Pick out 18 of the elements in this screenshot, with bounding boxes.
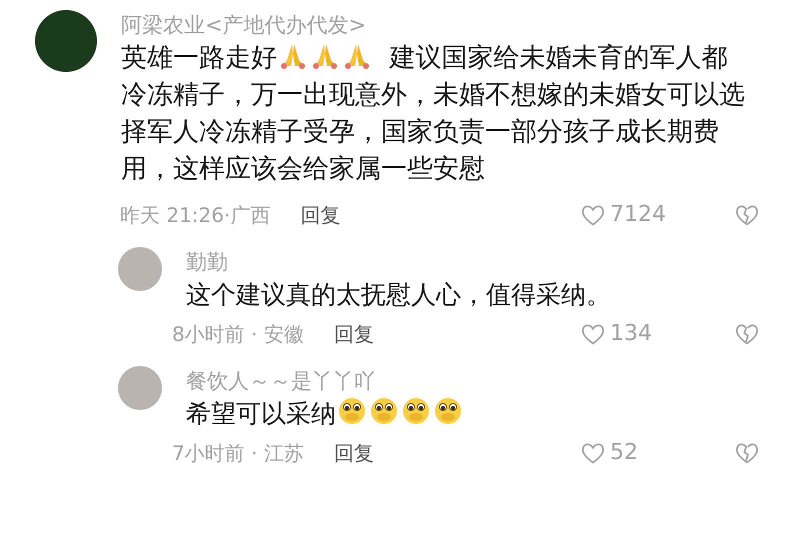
comment-text: 这个建议真的太抚慰人心，值得采纳。 [186, 279, 612, 311]
comment-text: 英雄一路走好 建议国家给未婚未育的军人都冷冻精子，万一出现意外，未婚不想嫁的未婚女可以选择军人冷冻精子受孕，国家负责一部分孩子成长期费用，这样应该会给家属一些安慰 [121, 40, 751, 188]
reply-button[interactable]: 回复 [300, 200, 340, 230]
like-count: 134 [610, 320, 652, 348]
timestamp: 7小时前 · 江苏 [172, 440, 304, 466]
pleading-face-icon [401, 396, 431, 426]
timestamp: 8小时前 · 安徽 [172, 320, 304, 348]
reply-button[interactable]: 回复 [334, 438, 374, 468]
timestamp: 昨天 21:26·广西 [120, 202, 270, 228]
pleading-face-icon [369, 396, 399, 426]
pleading-face-icon [337, 396, 367, 426]
avatar-placeholder[interactable] [118, 366, 162, 410]
pleading-face-icon [433, 396, 463, 426]
comment-text: 希望可以采纳 [186, 396, 756, 432]
avatar-placeholder[interactable] [118, 247, 162, 291]
like-count: 7124 [610, 201, 666, 229]
like-count: 52 [610, 439, 638, 467]
reply-button[interactable]: 回复 [334, 318, 374, 348]
